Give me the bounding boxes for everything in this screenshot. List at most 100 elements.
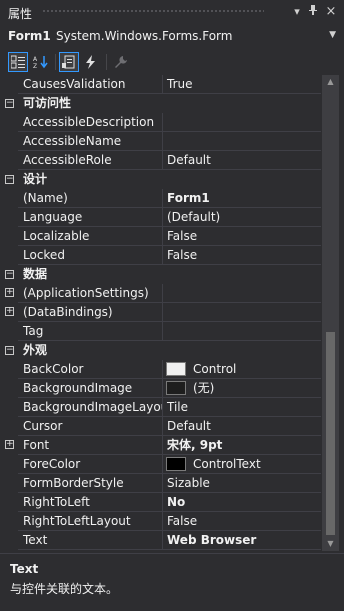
color-swatch <box>166 362 186 376</box>
svg-text:Z: Z <box>33 63 37 69</box>
panel-title: 属性 <box>8 7 33 21</box>
property-value[interactable]: False <box>163 246 321 265</box>
category-header[interactable]: − 设计 <box>0 170 321 189</box>
property-row[interactable]: (Name) Form1 <box>0 189 321 208</box>
object-selector[interactable]: Form1 System.Windows.Forms.Form ▼ <box>0 25 344 49</box>
events-button[interactable] <box>81 52 101 72</box>
close-icon[interactable]: × <box>323 4 339 20</box>
property-row[interactable]: Text Web Browser <box>0 531 321 550</box>
collapse-icon[interactable]: − <box>5 175 14 184</box>
collapse-icon[interactable]: − <box>5 346 14 355</box>
properties-icon <box>62 55 75 69</box>
property-row[interactable]: AccessibleName <box>0 132 321 151</box>
alphabetical-button[interactable]: A Z <box>30 52 50 72</box>
property-value[interactable] <box>163 132 321 151</box>
category-header[interactable]: − 数据 <box>0 265 321 284</box>
color-swatch <box>166 457 186 471</box>
property-value[interactable]: False <box>163 227 321 246</box>
property-row[interactable]: BackgroundImage (无) <box>0 379 321 398</box>
property-value[interactable]: ControlText <box>163 455 321 474</box>
property-value[interactable]: Control <box>163 360 321 379</box>
property-value[interactable] <box>163 284 321 303</box>
property-name: ForeColor <box>18 455 163 474</box>
properties-button[interactable] <box>59 52 79 72</box>
vertical-scrollbar[interactable]: ▲ ▼ <box>322 75 339 551</box>
property-grid: CausesValidation True − 可访问性 AccessibleD… <box>0 75 344 551</box>
property-value[interactable]: Tile <box>163 398 321 417</box>
chevron-down-icon[interactable]: ▼ <box>329 30 336 40</box>
property-row[interactable]: AccessibleRole Default <box>0 151 321 170</box>
property-name: Text <box>18 531 163 550</box>
property-value[interactable] <box>163 113 321 132</box>
property-value[interactable]: Default <box>163 417 321 436</box>
property-row[interactable]: Tag <box>0 322 321 341</box>
property-row[interactable]: BackgroundImageLayout Tile <box>0 398 321 417</box>
expand-icon[interactable]: + <box>5 288 14 297</box>
property-pages-button[interactable] <box>111 52 131 72</box>
property-name: Font <box>18 436 163 455</box>
property-value[interactable]: (Default) <box>163 208 321 227</box>
property-row[interactable]: Cursor Default <box>0 417 321 436</box>
property-value[interactable]: Form1 <box>163 189 321 208</box>
toolbar-separator <box>55 54 56 70</box>
property-row[interactable]: AccessibleDescription <box>0 113 321 132</box>
object-name: Form1 <box>8 29 51 43</box>
window-position-dropdown-icon[interactable]: ▾ <box>289 4 305 20</box>
property-name: RightToLeft <box>18 493 163 512</box>
property-value[interactable] <box>163 322 321 341</box>
category-header[interactable]: − 外观 <box>0 341 321 360</box>
property-row[interactable]: BackColor Control <box>0 360 321 379</box>
description-text: 与控件关联的文本。 <box>10 582 119 596</box>
property-row[interactable]: RightToLeftLayout False <box>0 512 321 531</box>
property-row[interactable]: ForeColor ControlText <box>0 455 321 474</box>
property-value[interactable] <box>163 303 321 322</box>
property-name: Localizable <box>18 227 163 246</box>
property-row[interactable]: + (ApplicationSettings) <box>0 284 321 303</box>
scroll-up-icon[interactable]: ▲ <box>322 75 339 89</box>
events-icon <box>86 55 95 69</box>
property-value[interactable]: Web Browser <box>163 531 321 550</box>
property-name: AccessibleRole <box>18 151 163 170</box>
property-value[interactable]: False <box>163 512 321 531</box>
property-value-text: (无) <box>193 381 215 395</box>
property-pages-icon <box>115 56 127 68</box>
scroll-down-icon[interactable]: ▼ <box>322 537 339 551</box>
property-row[interactable]: FormBorderStyle Sizable <box>0 474 321 493</box>
property-value[interactable]: True <box>163 75 321 94</box>
property-value[interactable]: 宋体, 9pt <box>163 436 321 455</box>
property-value[interactable]: No <box>163 493 321 512</box>
svg-text:A: A <box>33 56 38 63</box>
expand-icon[interactable]: + <box>5 440 14 449</box>
property-value-text: ControlText <box>193 457 261 471</box>
category-label: 可访问性 <box>23 96 72 110</box>
image-swatch <box>166 381 186 395</box>
property-name: BackgroundImageLayout <box>18 398 163 417</box>
category-label: 设计 <box>23 172 48 186</box>
toolbar-separator <box>106 54 107 70</box>
properties-toolbar: A Z <box>0 50 344 74</box>
titlebar-grip[interactable] <box>42 9 264 14</box>
scrollbar-thumb[interactable] <box>326 332 335 535</box>
property-row[interactable]: Localizable False <box>0 227 321 246</box>
property-name: AccessibleDescription <box>18 113 163 132</box>
collapse-icon[interactable]: − <box>5 270 14 279</box>
property-value[interactable]: Sizable <box>163 474 321 493</box>
description-title: Text <box>10 562 39 576</box>
property-value-text: Control <box>193 362 237 376</box>
property-name: (Name) <box>18 189 163 208</box>
property-value[interactable]: (无) <box>163 379 321 398</box>
property-value[interactable]: Default <box>163 151 321 170</box>
property-row[interactable]: RightToLeft No <box>0 493 321 512</box>
expand-icon[interactable]: + <box>5 307 14 316</box>
property-row[interactable]: Language (Default) <box>0 208 321 227</box>
categorized-button[interactable] <box>8 52 28 72</box>
property-row[interactable]: + Font 宋体, 9pt <box>0 436 321 455</box>
pin-icon[interactable] <box>305 4 321 20</box>
category-header[interactable]: − 可访问性 <box>0 94 321 113</box>
property-name: Tag <box>18 322 163 341</box>
property-row[interactable]: CausesValidation True <box>0 75 321 94</box>
categorized-icon <box>11 55 25 69</box>
property-row[interactable]: Locked False <box>0 246 321 265</box>
property-row[interactable]: + (DataBindings) <box>0 303 321 322</box>
collapse-icon[interactable]: − <box>5 99 14 108</box>
